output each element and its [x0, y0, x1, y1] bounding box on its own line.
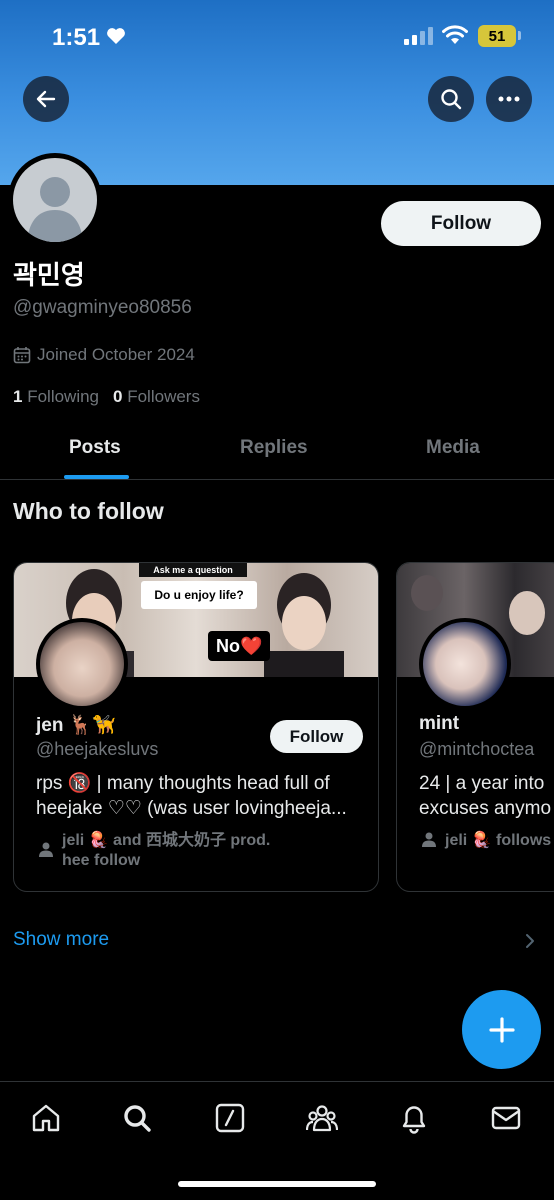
- active-tab-indicator: [64, 475, 129, 479]
- home-indicator: [178, 1181, 376, 1187]
- joined-text: Joined October 2024: [37, 345, 195, 364]
- tab-media[interactable]: Media: [426, 437, 480, 459]
- card-bio: 24 | a year into excuses anymo: [419, 771, 551, 821]
- calendar-icon: [13, 347, 31, 364]
- card-bio-line: rps 🔞 | many thoughts head full of: [36, 773, 330, 794]
- profile-name: 곽민영: [13, 261, 85, 291]
- more-button[interactable]: [486, 76, 532, 122]
- notifications-icon[interactable]: [398, 1102, 430, 1134]
- battery-tip: [518, 31, 521, 40]
- search-icon: [441, 89, 462, 110]
- card-followed-by-line: jeli 🪼 and 西城大奶子 prod.: [62, 832, 271, 849]
- heart-icon: [107, 28, 125, 44]
- following-label: Following: [27, 387, 100, 406]
- card-followed-by: jeli 🪼 and 西城大奶子 prod. hee follow: [62, 831, 270, 871]
- card-avatar: [419, 618, 511, 710]
- followers-count: 0: [113, 387, 123, 406]
- profile-handle: @gwagminyeo80856: [13, 297, 192, 318]
- followers-label: Followers: [127, 387, 200, 406]
- followers-link[interactable]: 0 Followers: [113, 387, 200, 407]
- arrow-left-icon: [36, 90, 56, 108]
- suggestion-card[interactable]: Ask me a question Do u enjoy life? No❤️ …: [13, 562, 379, 892]
- default-avatar-icon: [13, 158, 97, 242]
- cover-caption-big: Do u enjoy life?: [141, 581, 257, 609]
- card-bio-line: excuses anymo: [419, 798, 552, 819]
- following-link[interactable]: 1 Following: [13, 387, 99, 407]
- messages-icon[interactable]: [490, 1102, 522, 1134]
- following-count: 1: [13, 387, 23, 406]
- person-icon: [39, 842, 53, 857]
- wifi-icon: [442, 25, 468, 44]
- card-followed-by-line: hee follow: [62, 852, 141, 869]
- status-bar: 1:51 51: [0, 0, 554, 70]
- card-bio-line: 24 | a year into: [419, 773, 545, 794]
- card-handle: @heejakesluvs: [36, 739, 159, 759]
- card-bio-line: heejake ♡♡ (was user lovingheeja...: [36, 798, 347, 819]
- chevron-right-icon: [526, 934, 534, 948]
- search-icon[interactable]: [121, 1102, 153, 1134]
- home-icon[interactable]: [30, 1102, 62, 1134]
- show-more-link[interactable]: Show more: [13, 929, 109, 951]
- joined-date: Joined October 2024: [13, 345, 195, 365]
- communities-icon[interactable]: [306, 1102, 338, 1134]
- follow-button[interactable]: Follow: [381, 201, 541, 246]
- card-name[interactable]: mint: [419, 713, 459, 735]
- search-button[interactable]: [428, 76, 474, 122]
- suggestion-card[interactable]: mint @mintchoctea 24 | a year into excus…: [396, 562, 554, 892]
- card-bio: rps 🔞 | many thoughts head full of heeja…: [36, 771, 347, 821]
- cover-sticker: No❤️: [208, 631, 271, 661]
- back-button[interactable]: [23, 76, 69, 122]
- who-to-follow-title: Who to follow: [13, 498, 164, 524]
- cellular-signal-icon: [404, 27, 433, 45]
- plus-icon: [488, 1016, 515, 1043]
- profile-avatar[interactable]: [8, 153, 102, 247]
- card-avatar: [36, 618, 128, 710]
- person-icon: [422, 832, 436, 847]
- compose-post-button[interactable]: [462, 990, 541, 1069]
- profile-tabs: Posts Replies Media: [0, 420, 554, 480]
- grok-icon[interactable]: [214, 1102, 246, 1134]
- more-horizontal-icon: [498, 96, 520, 102]
- cover-caption-small: Ask me a question: [139, 563, 247, 577]
- tab-replies[interactable]: Replies: [240, 437, 308, 459]
- follow-counts: 1 Following 0 Followers: [13, 387, 200, 407]
- card-handle: @mintchoctea: [419, 739, 535, 759]
- card-name[interactable]: jen 🦌🦮: [36, 713, 116, 737]
- card-followed-by-line: jeli 🪼 follows: [445, 832, 552, 849]
- card-follow-button[interactable]: Follow: [270, 720, 363, 753]
- tab-posts[interactable]: Posts: [69, 437, 121, 459]
- status-time: 1:51: [52, 24, 101, 51]
- card-followed-by: jeli 🪼 follows: [445, 831, 551, 851]
- battery-indicator: 51: [478, 25, 516, 47]
